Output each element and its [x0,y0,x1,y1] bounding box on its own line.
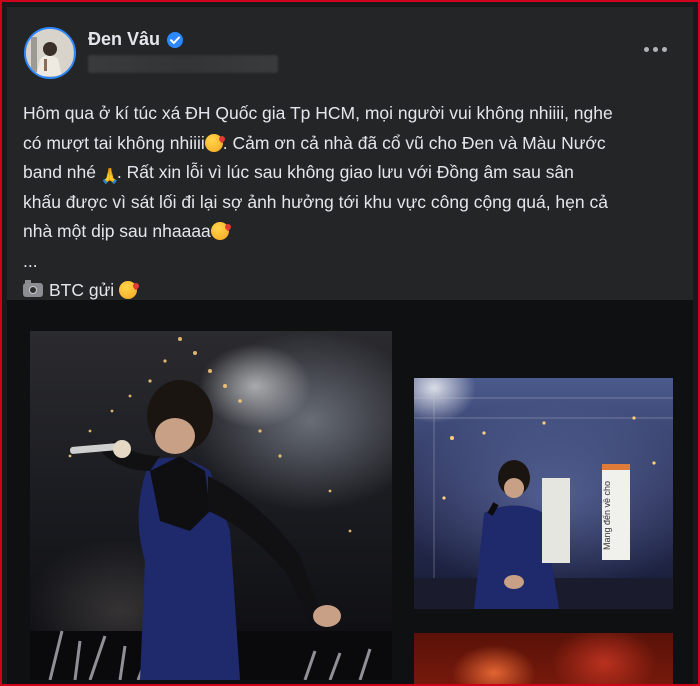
post-text-span: nhà một dịp sau nhaaaa [23,221,211,241]
author-name[interactable]: Đen Vâu [88,29,160,50]
author-avatar[interactable] [24,27,76,79]
more-options-icon[interactable] [644,47,667,52]
pray-emoji-icon: 🙏 [100,168,120,185]
post-text-span: BTC gửi [49,280,115,300]
camera-emoji-icon [23,280,43,297]
post-card: Đen Vâu Hôm qua ở kí túc xá ĐH Quốc gia … [7,7,693,300]
stage-banner: Mang đến về cho [602,464,630,560]
verified-badge-icon [167,31,184,48]
post-media-area: Mang đến về cho [7,300,693,684]
post-text: Hôm qua ở kí túc xá ĐH Quốc gia Tp HCM, … [23,99,691,306]
stage-banner-left [542,478,570,563]
kiss-emoji-icon [210,222,229,240]
post-text-span: band nhé [23,162,96,182]
post-line: Hôm qua ở kí túc xá ĐH Quốc gia Tp HCM, … [23,103,613,123]
post-meta-blurred [88,55,278,73]
post-text-span: . Cảm ơn cả nhà đã cổ vũ cho Đen và Màu … [222,132,606,153]
screenshot-frame: Đen Vâu Hôm qua ở kí túc xá ĐH Quốc gia … [0,0,700,686]
concert-photo-partial[interactable] [414,633,673,684]
post-line: có mượt tai không nhiiii . Cảm ơn cả nhà … [23,129,691,159]
author-row: Đen Vâu [88,29,184,50]
post-line: band nhé 🙏. Rất xin lỗi vì lúc sau không… [23,158,691,188]
post-text-span: . Rất xin lỗi vì lúc sau không giao lưu … [116,162,574,182]
post-line: nhà một dịp sau nhaaaa [23,217,691,247]
kiss-emoji-icon [119,281,138,299]
kiss-emoji-icon [204,133,223,152]
concert-photo-side[interactable]: Mang đến về cho [414,378,673,609]
post-line: ... [23,250,38,271]
post-line: khấu được vì sát lối đi lại sợ ảnh hưởng… [23,191,608,212]
concert-photo-main[interactable] [30,331,392,680]
post-text-span: có mượt tai không nhiiii [23,132,205,153]
